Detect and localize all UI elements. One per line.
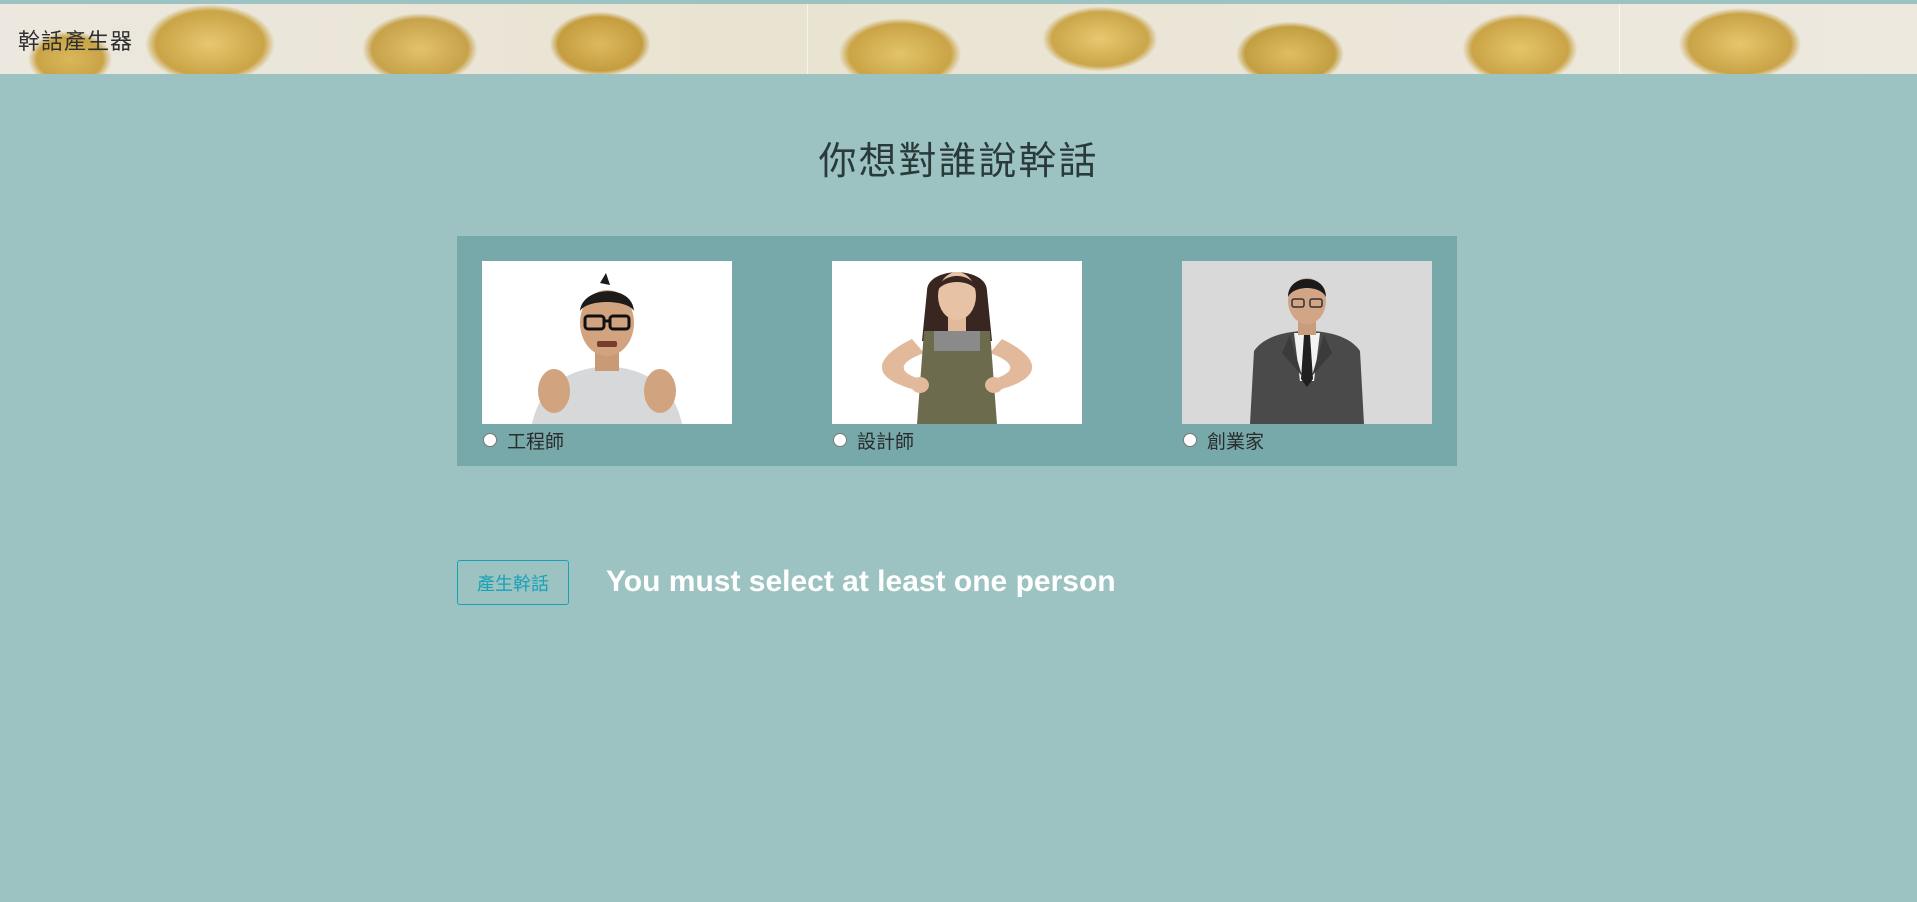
entrepreneur-option[interactable]: 創業家 <box>1182 428 1432 453</box>
person-card-engineer: 工程師 <box>482 261 732 453</box>
engineer-radio[interactable] <box>483 433 497 447</box>
header-banner: 幹話產生器 <box>0 4 1917 74</box>
page-title: 你想對誰說幹話 <box>818 139 1099 183</box>
person-card-entrepreneur: 創業家 <box>1182 261 1432 453</box>
designer-label: 設計師 <box>857 430 915 453</box>
engineer-option[interactable]: 工程師 <box>482 428 732 453</box>
person-icon <box>1250 278 1364 424</box>
generate-button[interactable]: 產生幹話 <box>457 560 569 605</box>
designer-option[interactable]: 設計師 <box>832 428 1082 453</box>
person-icon <box>881 272 1033 424</box>
person-card-designer: 設計師 <box>832 261 1082 453</box>
engineer-photo[interactable] <box>482 261 732 424</box>
error-message: You must select at least one person <box>606 565 1116 598</box>
entrepreneur-photo[interactable] <box>1182 261 1432 424</box>
person-selection-panel: 工程師 設計師 創業家 <box>457 236 1457 466</box>
entrepreneur-radio[interactable] <box>1183 433 1197 447</box>
engineer-label: 工程師 <box>507 430 565 453</box>
entrepreneur-label: 創業家 <box>1207 430 1265 453</box>
person-icon <box>532 273 682 424</box>
brand-link[interactable]: 幹話產生器 <box>18 24 133 56</box>
designer-photo[interactable] <box>832 261 1082 424</box>
designer-radio[interactable] <box>833 433 847 447</box>
